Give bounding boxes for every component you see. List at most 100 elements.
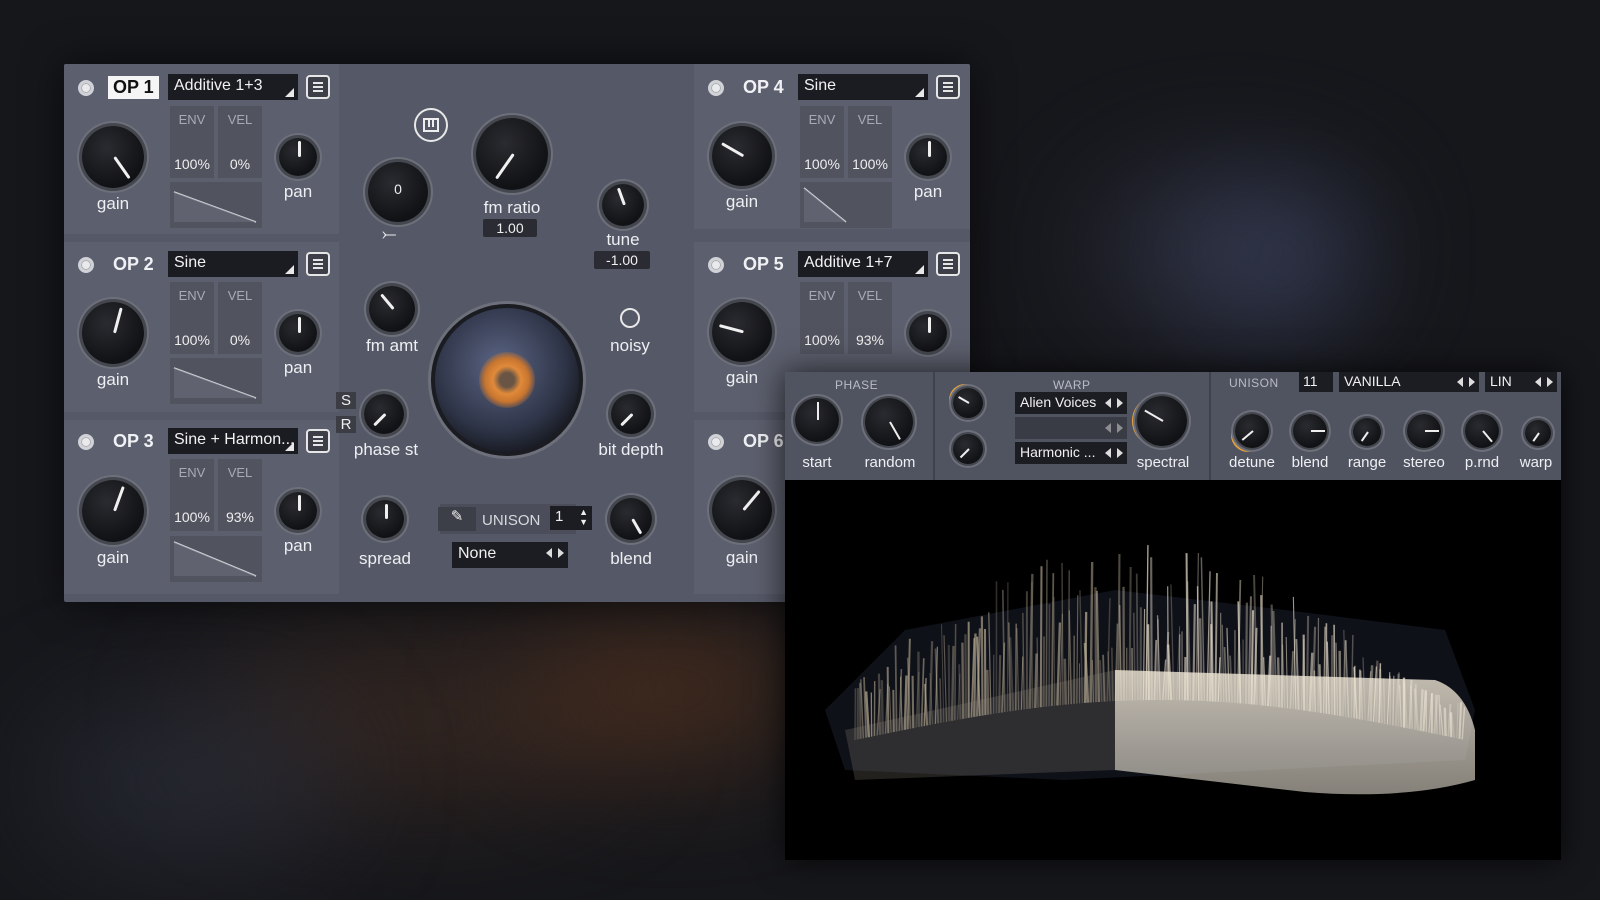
pencil-icon[interactable]: ✎: [438, 507, 476, 531]
op1-enable-led[interactable]: [78, 79, 94, 96]
op6-enable-led[interactable]: [708, 433, 724, 450]
op6-gain-knob[interactable]: [712, 480, 772, 540]
warp-mode-dropdown-3[interactable]: Harmonic ...: [1015, 442, 1127, 464]
warp-mode-dropdown-2[interactable]: [1015, 417, 1127, 439]
op4-menu-button[interactable]: [936, 75, 960, 99]
noisy-toggle[interactable]: [620, 308, 640, 328]
warp-section-title: WARP: [1053, 378, 1091, 392]
fm-ratio-knob[interactable]: [476, 118, 548, 190]
unison-curve-select[interactable]: LIN: [1485, 372, 1557, 392]
op3-envelope-preview[interactable]: [170, 536, 262, 582]
op5-header: OP 5: [708, 253, 789, 276]
unison-warp-knob[interactable]: [1525, 420, 1551, 446]
unison-range-knob[interactable]: [1353, 418, 1381, 446]
op3-header: OP 3: [78, 430, 159, 453]
op1-label[interactable]: OP 1: [108, 76, 159, 99]
op5-env-mod[interactable]: ENV 100%: [800, 282, 844, 354]
unison-voices-stepper[interactable]: 1 ▲ ▼: [550, 506, 592, 530]
op2-gain-knob[interactable]: [82, 302, 144, 364]
op2-envelope-preview[interactable]: [170, 358, 262, 404]
op2-label[interactable]: OP 2: [108, 253, 159, 276]
unison-mode-select[interactable]: VANILLA: [1339, 372, 1479, 392]
op2-enable-led[interactable]: [78, 256, 94, 273]
fm-amt-label: fm amt: [366, 336, 418, 355]
op4-pan-knob[interactable]: [909, 138, 947, 176]
op6-label[interactable]: OP 6: [738, 430, 789, 453]
op4-gain-knob[interactable]: [712, 126, 772, 186]
op5-waveform-dropdown[interactable]: Additive 1+7: [798, 251, 928, 277]
unison-stereo-knob[interactable]: [1407, 414, 1441, 448]
op4-env-mod[interactable]: ENV 100%: [800, 106, 844, 178]
spread-knob[interactable]: [366, 500, 404, 538]
phase-st-knob[interactable]: [364, 394, 404, 434]
op2-vel-mod[interactable]: VEL 0%: [218, 282, 262, 354]
bit-depth-knob[interactable]: [611, 394, 651, 434]
unison-section-title: UNISON: [1229, 376, 1279, 390]
op2-pan-label: pan: [283, 358, 313, 377]
keyboard-tracking-button[interactable]: [414, 108, 448, 142]
warp-mode-3-text: Harmonic ...: [1020, 444, 1096, 460]
op3-gain-knob[interactable]: [82, 480, 144, 542]
op5-menu-button[interactable]: [936, 252, 960, 276]
op3-menu-button[interactable]: [306, 429, 330, 453]
op1-vel-mod[interactable]: VEL 0%: [218, 106, 262, 178]
unison-range-label: range: [1347, 454, 1387, 471]
unison-voices-dropdown[interactable]: 11: [1299, 372, 1333, 392]
blend-knob[interactable]: [610, 498, 652, 540]
fm-visualizer-orb[interactable]: [431, 304, 583, 456]
op3-env-mod[interactable]: ENV 100%: [170, 459, 214, 531]
spectral-knob[interactable]: [1137, 396, 1187, 446]
phase-random-knob[interactable]: [865, 398, 913, 446]
op3-waveform-dropdown[interactable]: Sine + Harmon...: [168, 428, 298, 454]
unison-detune-knob[interactable]: [1235, 414, 1269, 448]
arrows-icon: [1105, 422, 1123, 434]
bit-depth-label: bit depth: [598, 440, 664, 459]
op3-label[interactable]: OP 3: [108, 430, 159, 453]
op2-env-value: 100%: [174, 332, 210, 348]
s-button[interactable]: S: [336, 392, 356, 409]
op4-vel-mod[interactable]: VEL 100%: [848, 106, 892, 178]
unison-mode-dropdown[interactable]: None: [452, 542, 568, 568]
op2-waveform-dropdown[interactable]: Sine: [168, 251, 298, 277]
op5-vel-value: 93%: [855, 332, 885, 348]
fm-amt-knob[interactable]: [369, 286, 415, 332]
op4-env-value: 100%: [804, 156, 840, 172]
phase-start-knob[interactable]: [795, 398, 839, 442]
dropdown-triangle-icon: [915, 88, 924, 97]
op1-waveform-dropdown[interactable]: Additive 1+3: [168, 74, 298, 100]
op1-menu-button[interactable]: [306, 75, 330, 99]
op1-env-label: ENV: [178, 112, 206, 127]
unison-blend-knob[interactable]: [1293, 414, 1327, 448]
op5-vel-mod[interactable]: VEL 93%: [848, 282, 892, 354]
warp-amount-knob-2[interactable]: [953, 434, 983, 464]
r-button[interactable]: R: [336, 416, 356, 433]
tune-value[interactable]: -1.00: [594, 251, 650, 269]
op5-gain-label: gain: [725, 368, 759, 387]
warp-amount-knob-1[interactable]: [953, 388, 983, 418]
route-icon[interactable]: ⤚: [382, 224, 396, 245]
op5-gain-knob[interactable]: [712, 302, 772, 362]
op2-env-mod[interactable]: ENV 100%: [170, 282, 214, 354]
op3-vel-mod[interactable]: VEL 93%: [218, 459, 262, 531]
warp-mode-dropdown-1[interactable]: Alien Voices: [1015, 392, 1127, 414]
op4-vel-label: VEL: [857, 112, 883, 127]
op5-enable-led[interactable]: [708, 256, 724, 273]
op4-label[interactable]: OP 4: [738, 76, 789, 99]
op3-pan-knob[interactable]: [279, 492, 317, 530]
op4-envelope-preview[interactable]: [800, 182, 892, 228]
tune-knob[interactable]: [602, 184, 644, 226]
op2-pan-knob[interactable]: [279, 314, 317, 352]
op1-envelope-preview[interactable]: [170, 182, 262, 228]
op5-pan-knob[interactable]: [909, 314, 947, 352]
op5-label[interactable]: OP 5: [738, 253, 789, 276]
op1-pan-knob[interactable]: [279, 138, 317, 176]
fm-ratio-value[interactable]: 1.00: [483, 219, 537, 237]
op2-menu-button[interactable]: [306, 252, 330, 276]
op1-gain-knob[interactable]: [82, 126, 144, 188]
op3-enable-led[interactable]: [78, 433, 94, 450]
transpose-knob[interactable]: 0: [368, 162, 428, 222]
op4-enable-led[interactable]: [708, 79, 724, 96]
unison-prnd-knob[interactable]: [1465, 414, 1499, 448]
op1-env-mod[interactable]: ENV 100%: [170, 106, 214, 178]
op4-waveform-dropdown[interactable]: Sine: [798, 74, 928, 100]
